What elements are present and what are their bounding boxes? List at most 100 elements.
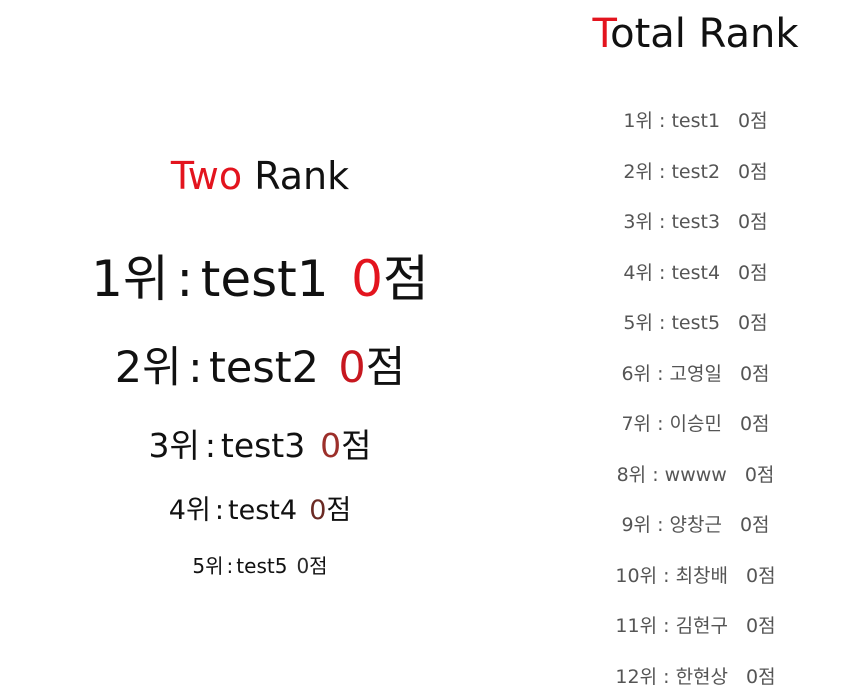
rank-label: 7위 [621,413,652,435]
score-value: 0 [351,250,383,308]
two-rank-entry-3: 3위: test3 0점 [0,425,520,467]
total-rank-entry: 4위 : test4 0점 [540,255,851,306]
score-value: 0점 [739,362,770,385]
rank-label: 5위 [623,312,653,334]
rank-label: 8위 [616,463,647,486]
player-name: test1 [671,110,721,132]
player-name: test4 [671,261,721,284]
rank-separator: : [652,463,659,486]
player-name: test2 [671,160,721,183]
score-value: 0점 [738,312,768,334]
score-unit: 점 [309,554,328,578]
total-rank-entry: 11위 : 김현구 0점 [540,608,851,659]
player-name: 고영일 [669,362,722,385]
player-name: 한현상 [675,665,729,688]
score-value: 0 [309,495,327,526]
rank-label: 3위 [623,211,653,233]
score-value: 0점 [739,413,770,435]
two-rank-title-accent: Two [170,154,243,198]
player-name: 양창근 [669,514,722,536]
score-value: 0점 [746,615,776,637]
rank-label: 4위 [623,261,653,284]
player-name: test4 [228,495,298,526]
rank-label: 1위 [623,110,653,132]
rank-separator: : [214,495,224,526]
score-value: 0 [296,554,310,578]
total-rank-entry: 12위 : 한현상 0점 [540,659,851,695]
player-name: wwww [664,463,727,486]
rank-label: 5위 [192,554,224,578]
total-rank-title: Total Rank [540,10,851,58]
player-name: test3 [671,211,721,233]
rank-separator: : [659,110,666,132]
player-name: 김현구 [675,615,729,637]
score-value: 0점 [739,514,770,536]
rank-label: 10위 [615,564,658,587]
rank-separator: : [204,426,216,465]
total-rank-entry: 8위 : wwww 0점 [540,457,851,508]
score-value: 0점 [738,211,768,233]
rank-label: 11위 [615,615,658,637]
two-rank-entry-4: 4위: test4 0점 [0,494,520,528]
total-rank-list: 1위 : test1 0점 2위 : test2 0점 3위 : test3 0점 4… [540,103,851,695]
total-rank-entry: 1위 : test1 0점 [540,103,851,154]
total-rank-entry: 9위 : 양창근 0점 [540,507,851,558]
rank-separator: : [663,615,670,637]
rank-separator: : [659,160,666,183]
rank-separator: : [657,413,664,435]
rank-separator: : [176,250,194,308]
total-rank-entry: 6위 : 고영일 0점 [540,356,851,407]
total-rank-entry: 5위 : test5 0점 [540,305,851,356]
total-rank-entry: 10위 : 최창배 0점 [540,558,851,609]
rank-separator: : [663,564,670,587]
player-name: 이승민 [669,413,722,435]
rank-label: 2위 [114,343,182,393]
rank-separator: : [657,362,664,385]
score-value: 0 [320,426,342,465]
page: Two Rank 1위: test1 0점 2위: test2 0점 3위: test3 0… [0,0,851,695]
rank-label: 2위 [623,160,653,183]
two-rank-entry-2: 2위: test2 0점 [0,341,520,395]
total-rank-panel: Total Rank 1위 : test1 0점 2위 : test2 0점 3위 … [540,0,851,695]
player-name: test3 [220,426,306,465]
score-value: 0점 [746,564,776,587]
score-value: 0점 [738,261,768,284]
rank-separator: : [659,312,666,334]
player-name: test5 [671,312,721,334]
rank-label: 12위 [615,665,658,688]
score-unit: 점 [341,426,372,465]
total-rank-title-accent: T [592,11,611,57]
rank-label: 4위 [168,495,211,526]
two-rank-entry-1: 1위: test1 0점 [0,248,520,310]
score-value: 0 [338,343,366,393]
rank-separator: : [659,261,666,284]
score-unit: 점 [365,343,406,393]
rank-separator: : [188,343,203,393]
score-value: 0점 [738,110,768,132]
rank-separator: : [657,514,664,536]
score-unit: 점 [326,495,352,526]
two-rank-panel: Two Rank 1위: test1 0점 2위: test2 0점 3위: test3 0… [0,0,520,695]
rank-label: 1위 [91,250,169,308]
player-name: 최창배 [675,564,729,587]
score-unit: 점 [382,250,429,308]
total-rank-entry: 7위 : 이승민 0점 [540,406,851,457]
player-name: test5 [236,554,288,578]
two-rank-title: Two Rank [0,153,520,199]
rank-separator: : [663,665,670,688]
score-value: 0점 [746,665,776,688]
score-value: 0점 [738,160,768,183]
total-rank-title-rest: otal Rank [610,11,799,57]
rank-label: 3위 [148,426,200,465]
total-rank-entry: 2위 : test2 0점 [540,154,851,205]
two-rank-title-rest: Rank [242,154,350,198]
rank-separator: : [659,211,666,233]
rank-label: 6위 [621,362,652,385]
rank-label: 9위 [621,514,652,536]
two-rank-entry-5: 5위: test5 0점 [0,552,520,580]
rank-separator: : [226,554,234,578]
player-name: test2 [209,343,319,393]
total-rank-entry: 3위 : test3 0점 [540,204,851,255]
player-name: test1 [200,250,329,308]
score-value: 0점 [744,463,775,486]
